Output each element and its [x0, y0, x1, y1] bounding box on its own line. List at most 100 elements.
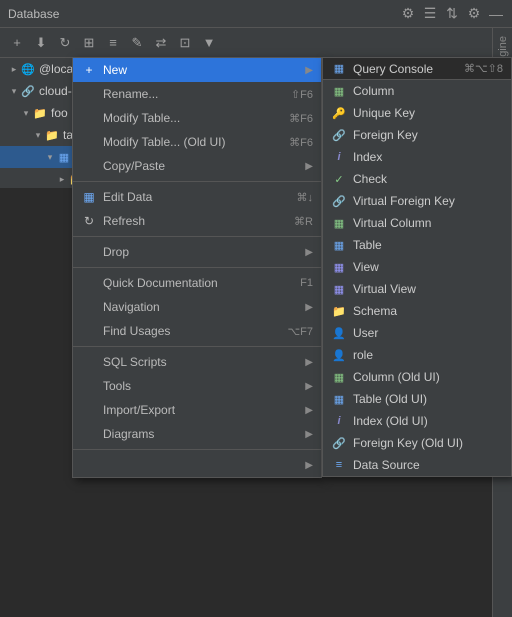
submenu-item-view[interactable]: ▦ View	[323, 256, 511, 278]
submenu-item-uniquekey[interactable]: 🔑 Unique Key	[323, 102, 511, 124]
menu-item-rename[interactable]: Rename... ⇧F6	[73, 82, 321, 106]
add-btn[interactable]: +	[6, 32, 28, 54]
submenu-item-vcolumn[interactable]: ▦ Virtual Column	[323, 212, 511, 234]
submenu-label-foreignkey: Foreign Key	[353, 128, 503, 142]
submenu-item-check[interactable]: ✓ Check	[323, 168, 511, 190]
list-btn[interactable]: ≡	[102, 32, 124, 54]
submenu-label-uniquekey: Unique Key	[353, 106, 503, 120]
submenu-arrow-tools: ▶	[305, 381, 313, 392]
submenu-label-table: Table	[353, 238, 503, 252]
tree-arrow-persons: ▾	[44, 151, 56, 163]
tree-arrow-tables: ▾	[32, 129, 44, 141]
submenu-label-foreignkey-old: Foreign Key (Old UI)	[353, 436, 503, 450]
submenu-item-datasource[interactable]: ≡ Data Source	[323, 454, 511, 476]
gear-icon[interactable]: ⚙	[466, 6, 482, 22]
submenu-label-queryconsole: Query Console	[353, 62, 464, 76]
submenu-label-vforeignkey: Virtual Foreign Key	[353, 194, 503, 208]
settings-icon[interactable]: ⚙	[400, 6, 416, 22]
menu-item-modify[interactable]: Modify Table... ⌘F6	[73, 106, 321, 130]
schema-btn[interactable]: ⊞	[78, 32, 100, 54]
check-icon: ✓	[331, 171, 347, 187]
index-icon: i	[331, 149, 347, 165]
menu-item-editdata[interactable]: ▦ Edit Data ⌘↓	[73, 185, 321, 209]
title-bar: Database ⚙ ☰ ⇅ ⚙ —	[0, 0, 512, 28]
submenu-item-vforeignkey[interactable]: 🔗 Virtual Foreign Key	[323, 190, 511, 212]
submenu-item-index[interactable]: i Index	[323, 146, 511, 168]
tree-arrow-cloudcode: ▾	[8, 85, 20, 97]
menu-item-copypaste[interactable]: Copy/Paste ▶	[73, 154, 321, 178]
vforeignkey-icon: 🔗	[331, 193, 347, 209]
column-icon: ▦	[331, 83, 347, 99]
user-icon: 👤	[331, 325, 347, 341]
vcolumn-icon: ▦	[331, 215, 347, 231]
submenu-arrow-drop: ▶	[305, 247, 313, 258]
submenu-item-user[interactable]: 👤 User	[323, 322, 511, 344]
folder-icon-tables: 📁	[44, 127, 60, 143]
submenu-arrow-diagrams: ▶	[305, 429, 313, 440]
refresh-btn[interactable]: ↻	[54, 32, 76, 54]
submenu-item-queryconsole[interactable]: ▦ Query Console ⌘⌥⇧8	[323, 58, 511, 80]
menu-item-diagrams[interactable]: Diagrams ▶	[73, 422, 321, 446]
sep-3	[73, 267, 321, 268]
menu-item-modify-old[interactable]: Modify Table... (Old UI) ⌘F6	[73, 130, 321, 154]
list-icon[interactable]: ☰	[422, 6, 438, 22]
submenu-arrow-navigation: ▶	[305, 302, 313, 313]
menu-item-findusages[interactable]: Find Usages ⌥F7	[73, 319, 321, 343]
sep-5	[73, 449, 321, 450]
submenu-arrow-copypaste: ▶	[305, 161, 313, 172]
tree-label-foo: foo	[51, 106, 68, 120]
menu-item-quickdoc[interactable]: Quick Documentation F1	[73, 271, 321, 295]
submenu-label-index-old: Index (Old UI)	[353, 414, 503, 428]
column-old-icon: ▦	[331, 369, 347, 385]
down-btn[interactable]: ⬇	[30, 32, 52, 54]
menu-label-navigation: Navigation	[103, 300, 301, 314]
submenu-item-foreignkey-old[interactable]: 🔗 Foreign Key (Old UI)	[323, 432, 511, 454]
db-icon-cloudcode: 🔗	[20, 83, 36, 99]
sqlscripts-icon	[81, 354, 97, 370]
minimize-icon[interactable]: —	[488, 6, 504, 22]
queryconsole-shortcut: ⌘⌥⇧8	[464, 62, 503, 75]
submenu-item-schema[interactable]: 📁 Schema	[323, 300, 511, 322]
context-menu-left: + New ▶ Rename... ⇧F6 Modify Table... ⌘F…	[72, 57, 322, 478]
submenu-item-column-old[interactable]: ▦ Column (Old UI)	[323, 366, 511, 388]
editdata-shortcut: ⌘↓	[297, 191, 314, 204]
menu-item-diagnostics[interactable]: ▶	[73, 453, 321, 477]
datasource-icon: ≡	[331, 457, 347, 473]
role-icon: 👤	[331, 347, 347, 363]
submenu-item-vview[interactable]: ▦ Virtual View	[323, 278, 511, 300]
tools-icon	[81, 378, 97, 394]
menu-item-new[interactable]: + New ▶	[73, 58, 321, 82]
title-bar-icons: ⚙ ☰ ⇅ ⚙ —	[400, 6, 504, 22]
menu-item-drop[interactable]: Drop ▶	[73, 240, 321, 264]
menu-label-modify: Modify Table...	[103, 111, 281, 125]
submenu-item-index-old[interactable]: i Index (Old UI)	[323, 410, 511, 432]
submenu-label-role: role	[353, 348, 503, 362]
folder-icon-foo: 📁	[32, 105, 48, 121]
window-title: Database	[8, 7, 400, 21]
grid-btn[interactable]: ⊡	[174, 32, 196, 54]
menu-item-sqlscripts[interactable]: SQL Scripts ▶	[73, 350, 321, 374]
modify-icon	[81, 110, 97, 126]
menu-item-tools[interactable]: Tools ▶	[73, 374, 321, 398]
menu-item-importexport[interactable]: Import/Export ▶	[73, 398, 321, 422]
submenu-label-datasource: Data Source	[353, 458, 503, 472]
vview-icon: ▦	[331, 281, 347, 297]
sort-icon[interactable]: ⇅	[444, 6, 460, 22]
transfer-btn[interactable]: ⇄	[150, 32, 172, 54]
menu-item-refresh[interactable]: ↻ Refresh ⌘R	[73, 209, 321, 233]
sep-4	[73, 346, 321, 347]
submenu-item-role[interactable]: 👤 role	[323, 344, 511, 366]
edit-btn[interactable]: ✎	[126, 32, 148, 54]
new-icon: +	[81, 62, 97, 78]
submenu-item-column[interactable]: ▦ Column	[323, 80, 511, 102]
tree-arrow-localhost: ▸	[8, 63, 20, 75]
modify-shortcut: ⌘F6	[289, 112, 313, 125]
submenu-item-foreignkey[interactable]: 🔗 Foreign Key	[323, 124, 511, 146]
menu-label-tools: Tools	[103, 379, 301, 393]
submenu-item-table-old[interactable]: ▦ Table (Old UI)	[323, 388, 511, 410]
navigation-icon	[81, 299, 97, 315]
sep-1	[73, 181, 321, 182]
menu-item-navigation[interactable]: Navigation ▶	[73, 295, 321, 319]
submenu-item-table[interactable]: ▦ Table	[323, 234, 511, 256]
filter-btn[interactable]: ▼	[198, 32, 220, 54]
